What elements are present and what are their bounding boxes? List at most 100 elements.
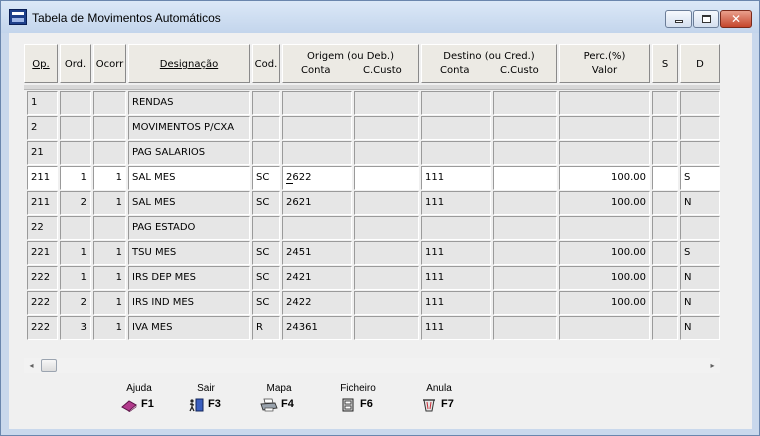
cell-d[interactable]: N (680, 191, 720, 215)
cell-origem-conta[interactable]: 2421 (282, 266, 352, 290)
cell-origem-ccusto[interactable] (354, 291, 419, 315)
cell-origem-conta[interactable]: 2621 (282, 191, 352, 215)
cell-origem-ccusto[interactable] (354, 116, 419, 140)
table-row[interactable]: 2 MOVIMENTOS P/CXA (24, 116, 720, 141)
cell-destino-conta[interactable]: 111 (421, 291, 491, 315)
cell-valor[interactable] (559, 141, 650, 165)
cell-destino-conta[interactable]: 111 (421, 316, 491, 340)
header-perc[interactable]: Perc.(%) Valor (559, 44, 650, 83)
cell-ord[interactable]: 1 (60, 266, 91, 290)
cell-op[interactable]: 222 (27, 316, 58, 340)
cell-d[interactable] (680, 116, 720, 140)
cell-origem-ccusto[interactable] (354, 241, 419, 265)
scroll-thumb[interactable] (41, 359, 57, 372)
cell-destino-ccusto[interactable] (493, 241, 557, 265)
cell-cod[interactable] (252, 116, 280, 140)
cell-designacao[interactable]: PAG SALARIOS (128, 141, 250, 165)
cell-origem-ccusto[interactable] (354, 191, 419, 215)
cell-cod[interactable] (252, 141, 280, 165)
cell-destino-ccusto[interactable] (493, 116, 557, 140)
table-row[interactable]: 222 1 1 IRS DEP MES SC 2421 111 100.00 N (24, 266, 720, 291)
cell-op[interactable]: 221 (27, 241, 58, 265)
cell-ocorr[interactable]: 1 (93, 166, 126, 190)
horizontal-scrollbar[interactable]: ◂ ▸ (24, 358, 720, 373)
cell-s[interactable] (652, 216, 678, 240)
map-button[interactable]: Mapa F4 (244, 381, 314, 425)
cell-destino-ccusto[interactable] (493, 216, 557, 240)
header-op[interactable]: Op. (24, 44, 58, 83)
cell-ord[interactable]: 1 (60, 166, 91, 190)
cell-op[interactable]: 22 (27, 216, 58, 240)
cell-valor[interactable] (559, 316, 650, 340)
table-row-selected[interactable]: 211 1 1 SAL MES SC 2622 111 100.00 S (24, 166, 720, 191)
cell-s[interactable] (652, 316, 678, 340)
table-row[interactable]: 221 1 1 TSU MES SC 2451 111 100.00 S (24, 241, 720, 266)
minimize-button[interactable] (665, 10, 692, 28)
cell-op[interactable]: 222 (27, 266, 58, 290)
scroll-left-arrow-icon[interactable]: ◂ (24, 358, 39, 373)
file-button[interactable]: Ficheiro F6 (323, 381, 393, 425)
table-row[interactable]: 222 2 1 IRS IND MES SC 2422 111 100.00 N (24, 291, 720, 316)
table-row[interactable]: 1 RENDAS (24, 91, 720, 116)
cell-d[interactable]: N (680, 291, 720, 315)
cell-ord[interactable]: 3 (60, 316, 91, 340)
cell-origem-ccusto[interactable] (354, 91, 419, 115)
scroll-right-arrow-icon[interactable]: ▸ (705, 358, 720, 373)
cell-destino-conta[interactable]: 111 (421, 266, 491, 290)
cell-ord[interactable] (60, 216, 91, 240)
cell-destino-conta[interactable] (421, 91, 491, 115)
cell-valor[interactable]: 100.00 (559, 241, 650, 265)
cell-designacao[interactable]: SAL MES (128, 191, 250, 215)
cell-d[interactable]: N (680, 316, 720, 340)
cell-ocorr[interactable]: 1 (93, 291, 126, 315)
cell-s[interactable] (652, 166, 678, 190)
cell-ocorr[interactable] (93, 91, 126, 115)
cell-designacao[interactable]: IVA MES (128, 316, 250, 340)
cell-origem-conta[interactable] (282, 91, 352, 115)
cell-d[interactable]: N (680, 266, 720, 290)
cell-cod[interactable]: SC (252, 266, 280, 290)
cell-d[interactable] (680, 216, 720, 240)
cell-origem-ccusto[interactable] (354, 316, 419, 340)
cell-valor[interactable]: 100.00 (559, 266, 650, 290)
cell-valor[interactable] (559, 216, 650, 240)
title-bar[interactable]: Tabela de Movimentos Automáticos ✕ (1, 1, 759, 33)
cancel-button[interactable]: Anula F7 (404, 381, 474, 425)
cell-op[interactable]: 21 (27, 141, 58, 165)
cell-destino-conta[interactable]: 111 (421, 166, 491, 190)
cell-designacao[interactable]: TSU MES (128, 241, 250, 265)
cell-origem-conta[interactable]: 2451 (282, 241, 352, 265)
cell-ord[interactable]: 1 (60, 241, 91, 265)
cell-cod[interactable] (252, 216, 280, 240)
cell-destino-conta[interactable] (421, 116, 491, 140)
cell-destino-ccusto[interactable] (493, 266, 557, 290)
cell-op[interactable]: 2 (27, 116, 58, 140)
cell-origem-conta[interactable]: 2422 (282, 291, 352, 315)
header-ocorr[interactable]: Ocorr (93, 44, 126, 83)
table-row[interactable]: 21 PAG SALARIOS (24, 141, 720, 166)
cell-destino-conta[interactable]: 111 (421, 241, 491, 265)
exit-button[interactable]: Sair F3 (171, 381, 241, 425)
cell-valor[interactable] (559, 116, 650, 140)
header-designacao[interactable]: Designação (128, 44, 250, 83)
cell-destino-conta[interactable] (421, 141, 491, 165)
cell-valor[interactable]: 100.00 (559, 166, 650, 190)
cell-ocorr[interactable]: 1 (93, 241, 126, 265)
cell-origem-ccusto[interactable] (354, 141, 419, 165)
cell-designacao[interactable]: IRS IND MES (128, 291, 250, 315)
cell-op[interactable]: 222 (27, 291, 58, 315)
cell-origem-conta[interactable] (282, 216, 352, 240)
cell-s[interactable] (652, 266, 678, 290)
cell-cod[interactable]: SC (252, 241, 280, 265)
header-cod[interactable]: Cod. (252, 44, 280, 83)
cell-cod[interactable]: SC (252, 191, 280, 215)
table-row[interactable]: 211 2 1 SAL MES SC 2621 111 100.00 N (24, 191, 720, 216)
cell-d[interactable] (680, 141, 720, 165)
cell-d[interactable]: S (680, 241, 720, 265)
cell-ord[interactable]: 2 (60, 291, 91, 315)
cell-designacao[interactable]: RENDAS (128, 91, 250, 115)
cell-ord[interactable] (60, 141, 91, 165)
cell-s[interactable] (652, 141, 678, 165)
cell-cod[interactable]: SC (252, 291, 280, 315)
cell-destino-ccusto[interactable] (493, 191, 557, 215)
